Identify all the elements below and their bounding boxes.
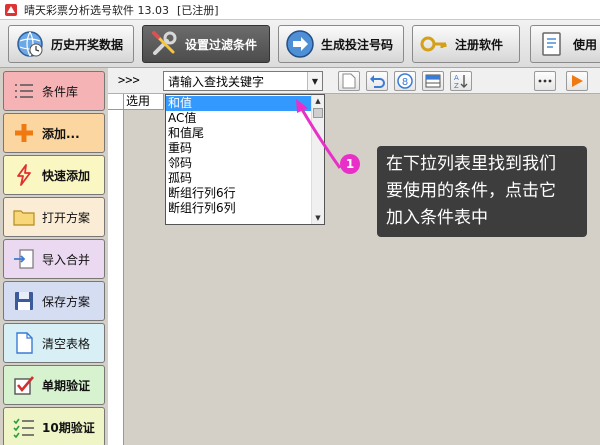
undo-button[interactable] — [366, 71, 388, 91]
import-icon — [14, 249, 34, 269]
set-filter-label: 设置过滤条件 — [185, 37, 258, 52]
plus-icon — [15, 124, 33, 142]
scroll-up-icon[interactable]: ▲ — [312, 95, 324, 107]
column-header-use[interactable]: 选用 — [124, 94, 164, 110]
app-name: 晴天彩票分析选号软件 13.03 — [24, 3, 169, 17]
generate-numbers-button[interactable]: 生成投注号码 — [278, 25, 404, 63]
sort-az-icon: A Z — [454, 74, 468, 89]
import-merge-button[interactable]: 导入合并 — [3, 239, 105, 279]
clear-table-label: 清空表格 — [42, 336, 91, 351]
single-period-verify-label: 单期验证 — [42, 378, 91, 393]
import-merge-label: 导入合并 — [42, 252, 91, 267]
ten-period-verify-label: 10期验证 — [42, 420, 95, 435]
callout-line: 要使用的条件，点击它 — [386, 181, 556, 201]
play-icon — [572, 75, 583, 87]
grid-icon — [425, 74, 441, 88]
condition-dropdown-list[interactable]: 和值 AC值 和值尾 重码 邻码 孤码 断组行列6行 断组行列6列 ▲ ▼ — [165, 94, 325, 225]
row-header-column — [108, 110, 124, 445]
dropdown-option[interactable]: 和值 — [166, 96, 312, 111]
app-icon — [5, 3, 17, 16]
dropdown-option[interactable]: 断组行列6列 — [166, 201, 312, 216]
dropdown-option[interactable]: 孤码 — [166, 171, 312, 186]
eight-circle-icon: 8 — [397, 73, 413, 89]
lightning-icon — [17, 164, 31, 186]
save-plan-label: 保存方案 — [42, 294, 91, 309]
eight-button[interactable]: 8 — [394, 71, 416, 91]
list-icon — [15, 84, 33, 98]
add-label: 添加... — [42, 126, 80, 141]
step-number-badge: 1 — [340, 154, 360, 174]
left-sidebar: 条件库 添加... 快速添加 打开方案 导入合并 保存方案 清空表格 单期验证 … — [0, 68, 108, 445]
key-icon — [420, 36, 447, 52]
window-title: 晴天彩票分析选号软件 13.03 [已注册] — [24, 2, 219, 18]
set-filter-button[interactable]: 设置过滤条件 — [142, 25, 270, 63]
play-button[interactable] — [566, 71, 588, 91]
checklist-icon — [13, 418, 34, 439]
dropdown-option[interactable]: 邻码 — [166, 156, 312, 171]
more-icon — [538, 79, 552, 83]
register-software-button[interactable]: 注册软件 — [412, 25, 520, 63]
filter-bar: >>> 请输入查找关键字 ▼ 8 A Z — [108, 68, 600, 94]
globe-clock-icon — [17, 31, 43, 57]
expand-toggle[interactable]: >>> — [118, 73, 140, 87]
dropdown-option[interactable]: 和值尾 — [166, 126, 312, 141]
condition-library-button[interactable]: 条件库 — [3, 71, 105, 111]
callout-line: 在下拉列表里找到我们 — [386, 154, 556, 174]
save-plan-button[interactable]: 保存方案 — [3, 281, 105, 321]
svg-text:Z: Z — [454, 82, 459, 89]
condition-search-text[interactable]: 请输入查找关键字 — [164, 73, 307, 90]
arrow-right-circle-icon — [286, 30, 314, 58]
history-data-label: 历史开奖数据 — [51, 37, 124, 52]
sort-button[interactable]: A Z — [450, 71, 472, 91]
title-bar: 晴天彩票分析选号软件 13.03 [已注册] — [0, 0, 600, 20]
new-page-icon — [342, 73, 356, 89]
check-box-icon — [14, 376, 34, 395]
registration-status: [已注册] — [177, 3, 219, 17]
scroll-thumb[interactable] — [313, 108, 323, 118]
manual-button[interactable]: 使用 — [530, 25, 600, 63]
chevron-down-icon[interactable]: ▼ — [307, 72, 322, 90]
folder-icon — [13, 210, 35, 226]
main-toolbar: 历史开奖数据 设置过滤条件 生成投注号码 注册软件 使用 — [0, 20, 600, 68]
more-button[interactable] — [534, 71, 556, 91]
generate-numbers-label: 生成投注号码 — [321, 37, 394, 52]
quick-add-label: 快速添加 — [42, 168, 91, 183]
undo-icon — [370, 75, 385, 88]
ten-period-verify-button[interactable]: 10期验证 — [3, 407, 105, 445]
register-software-label: 注册软件 — [455, 37, 504, 52]
table-corner — [108, 94, 124, 110]
tools-icon — [152, 31, 177, 55]
manual-icon — [542, 32, 561, 56]
manual-label: 使用 — [573, 37, 598, 52]
svg-text:8: 8 — [402, 77, 408, 88]
new-page-button[interactable] — [338, 71, 360, 91]
single-period-verify-button[interactable]: 单期验证 — [3, 365, 105, 405]
dropdown-option[interactable]: 重码 — [166, 141, 312, 156]
svg-text:A: A — [454, 74, 459, 82]
history-data-button[interactable]: 历史开奖数据 — [8, 25, 134, 63]
save-icon — [15, 292, 33, 310]
callout-line: 加入条件表中 — [386, 208, 488, 228]
grid-button[interactable] — [422, 71, 444, 91]
dropdown-scrollbar[interactable]: ▲ ▼ — [311, 95, 324, 224]
quick-add-button[interactable]: 快速添加 — [3, 155, 105, 195]
add-button[interactable]: 添加... — [3, 113, 105, 153]
instruction-callout: 在下拉列表里找到我们 要使用的条件，点击它 加入条件表中 — [377, 146, 587, 237]
condition-search-combo[interactable]: 请输入查找关键字 ▼ — [163, 71, 323, 91]
open-plan-button[interactable]: 打开方案 — [3, 197, 105, 237]
condition-library-label: 条件库 — [42, 84, 79, 99]
clear-table-button[interactable]: 清空表格 — [3, 323, 105, 363]
dropdown-option[interactable]: 断组行列6行 — [166, 186, 312, 201]
blank-page-icon — [16, 332, 33, 354]
scroll-down-icon[interactable]: ▼ — [312, 212, 324, 224]
dropdown-option[interactable]: AC值 — [166, 111, 312, 126]
open-plan-label: 打开方案 — [42, 210, 91, 225]
